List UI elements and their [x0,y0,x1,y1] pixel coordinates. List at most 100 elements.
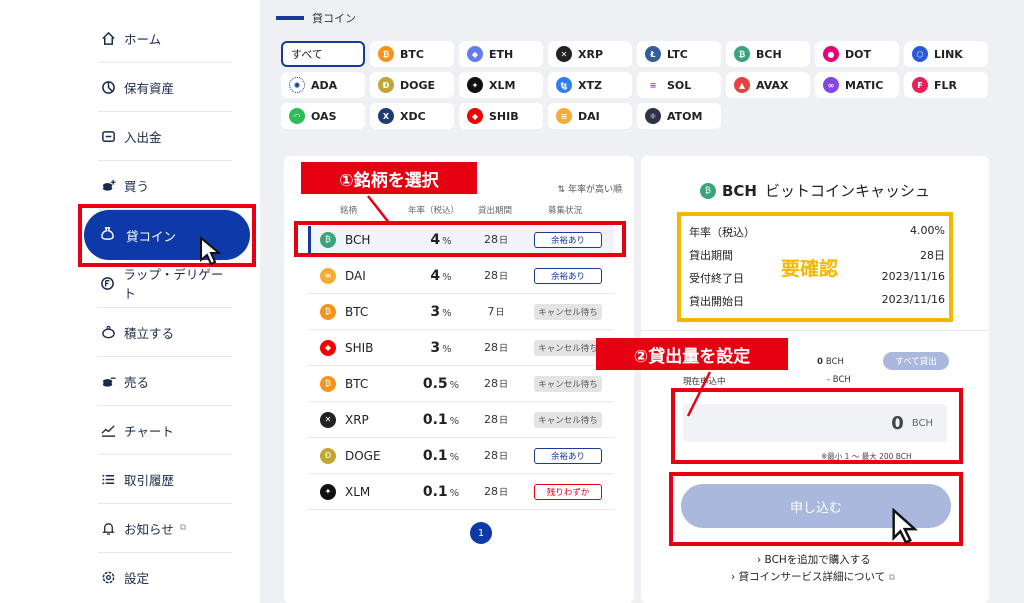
sidebar-item-home[interactable]: ホーム [98,14,232,63]
external-link-icon: ⧉ [888,573,896,583]
sort-toggle[interactable]: ⇅ 年率が高い順 [558,182,622,195]
page-title: 貸コイン [276,10,356,26]
sidebar-item-label: 取引履歴 [124,472,175,488]
coin-filter-ltc[interactable]: Ł LTC [637,41,721,67]
sort-icon: ⇅ [557,185,568,195]
annotation-confirm-label: 要確認 [781,258,839,280]
xrp-icon: ✕ [556,46,572,62]
coin-filter-xdc[interactable]: X XDC [370,103,454,129]
sidebar-item-savings[interactable]: 積立する [98,308,232,357]
chart-line-icon [98,420,118,440]
mouse-cursor-icon [200,236,222,266]
status-badge: 残りわずか [534,483,602,500]
list-icon [98,469,118,489]
flr-icon: F [912,77,928,93]
table-row[interactable]: ₿ BTC 3% 7日 キャンセル待ち [308,294,614,330]
coin-filter-all[interactable]: すべて [281,41,365,67]
table-row[interactable]: ✕ XRP 0.1% 28日 キャンセル待ち [308,402,614,438]
column-header-status: 募集状況 [548,206,583,216]
transfer-icon [98,126,118,146]
coin-filter-matic[interactable]: ∞ MATIC [815,72,899,98]
shib-icon: ◆ [467,108,483,124]
annotation-highlight-box [671,388,963,464]
annotation-step2-label: ②貸出量を設定 [596,338,788,370]
coin-filter-eth[interactable]: ◆ ETH [459,41,543,67]
sidebar-item-sell[interactable]: 売る [98,357,232,406]
mouse-cursor-icon [892,508,918,545]
lend-all-button[interactable]: すべて貸出 [883,352,949,370]
coin-filter-oas[interactable]: ◠ OAS [281,103,365,129]
coin-filter-shib[interactable]: ◆ SHIB [459,103,543,129]
sidebar-item-buy[interactable]: 買う [98,161,232,210]
sidebar-item-chart[interactable]: チャート [98,406,232,455]
coin-filter-dai[interactable]: ≡ DAI [548,103,632,129]
table-row[interactable]: Ð DOGE 0.1% 28日 余裕あり [308,438,614,474]
buy-more-link[interactable]: › BCHを追加で購入する [757,552,871,567]
doge-icon: Ð [378,77,394,93]
sidebar-item-label: 設定 [124,571,150,586]
sidebar-item-label: 入出金 [124,129,162,145]
sidebar-item-label: 保有資産 [124,80,175,96]
column-header-rate: 年率（税込） [408,206,460,216]
sidebar-item-label: チャート [124,423,174,439]
info-box: 年率（税込） 4.00% 貸出期間 28日 受付終了日 2023/11/16 貸出開始… [677,212,953,322]
detail-title: ₿ BCH ビットコインキャッシュ [641,180,989,201]
pie-chart-icon [98,77,118,97]
coin-filter-atom[interactable]: ⚛ ATOM [637,103,721,129]
coin-filter-xrp[interactable]: ✕ XRP [548,41,632,67]
coin-filter-dot[interactable]: ● DOT [815,41,899,67]
available-amount: 0 BCH [817,357,844,367]
ada-icon: ✺ [289,77,305,93]
coin-filter-btc[interactable]: ₿ BTC [370,41,454,67]
coin-filter-flr[interactable]: F FLR [904,72,988,98]
xdc-icon: X [378,108,394,124]
sidebar-item-news[interactable]: お知らせ ⧉ [98,504,232,553]
pending-amount: - BCH [827,375,851,385]
sidebar-item-settings[interactable]: 設定 [98,553,232,602]
chevron-right-icon: › [731,571,736,583]
table-row[interactable]: ◆ SHIB 3% 28日 キャンセル待ち [308,330,614,366]
coin-filter-bch[interactable]: ₿ BCH [726,41,810,67]
gear-icon [98,568,118,588]
sidebar-item-assets[interactable]: 保有資産 [98,63,232,112]
table-row[interactable]: ₿ BTC 0.5% 28日 キャンセル待ち [308,366,614,402]
sol-icon: ≡ [645,77,661,93]
column-header-period: 貸出期間 [478,206,513,216]
sidebar-item-history[interactable]: 取引履歴 [98,455,232,504]
coin-filter-xlm[interactable]: ✦ XLM [459,72,543,98]
coin-filter-doge[interactable]: Ð DOGE [370,72,454,98]
matic-icon: ∞ [823,77,839,93]
status-badge: 余裕あり [534,267,602,284]
btc-icon: ₿ [378,46,394,62]
oas-icon: ◠ [289,108,305,124]
status-badge: キャンセル待ち [534,339,602,356]
sidebar-item-deposit[interactable]: 入出金 [98,112,232,161]
dai-icon: ≡ [556,108,572,124]
ltc-icon: Ł [645,46,661,62]
coin-filter-xtz[interactable]: ꜩ XTZ [548,72,632,98]
link-icon: ⬡ [912,46,928,62]
bch-icon: ₿ [699,182,716,199]
coin-filter-avax[interactable]: ▲ AVAX [726,72,810,98]
coin-filter-sol[interactable]: ≡ SOL [637,72,721,98]
sidebar-item-label: 売る [124,374,150,390]
annotation-step1-label: ①銘柄を選択 [301,162,477,194]
btc-icon: ₿ [320,303,336,320]
coin-filter-link[interactable]: ⬡ LINK [904,41,988,67]
sidebar: ホーム 保有資産 入出金 買う 貸コイン ラップ・デリゲート 積立する 売る チ… [74,0,260,603]
coin-filter-ada[interactable]: ✺ ADA [281,72,365,98]
main-content: 貸コイン すべて ₿ BTC ◆ ETH ✕ XRP Ł LTC ₿ BCH ● DOT ⬡… [260,0,1024,603]
coin-circle-icon [98,273,117,293]
table-row[interactable]: ≡ DAI 4% 28日 余裕あり [308,258,614,294]
avax-icon: ▲ [734,77,750,93]
chevron-right-icon: › [757,554,762,566]
doge-icon: Ð [320,447,336,464]
shib-icon: ◆ [320,339,336,356]
bell-icon [98,518,118,538]
pagination-page-1[interactable]: 1 [470,522,492,544]
table-row[interactable]: ✦ XLM 0.1% 28日 残りわずか [308,474,614,510]
xtz-icon: ꜩ [556,77,572,93]
home-icon [98,28,118,48]
external-link-icon: ⧉ [179,523,187,533]
service-detail-link[interactable]: › 貸コインサービス詳細について ⧉ [731,569,895,584]
